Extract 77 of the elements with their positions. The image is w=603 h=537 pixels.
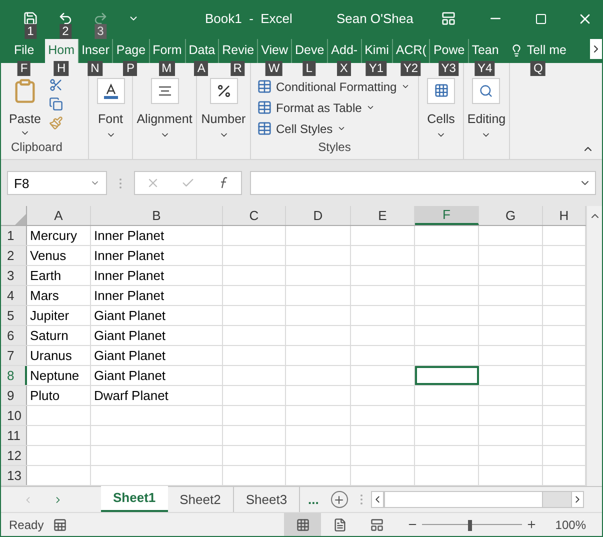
table-cell[interactable]: Earth <box>27 266 91 286</box>
row-header[interactable]: 1 <box>1 226 27 246</box>
row-header[interactable]: 10 <box>1 406 27 426</box>
keytip-badge: M <box>158 60 175 76</box>
table-cell[interactable]: Mercury <box>27 226 91 246</box>
user-name: Sean O'Shea <box>336 10 414 28</box>
table-cell[interactable]: Giant Planet <box>91 306 223 326</box>
table-cell[interactable]: Giant Planet <box>91 326 223 346</box>
keytip-badge: R <box>230 60 245 76</box>
styles-button[interactable]: Cell Styles <box>257 120 418 138</box>
row-header[interactable]: 6 <box>1 326 27 346</box>
keytip-badge: 3 <box>94 24 107 40</box>
table-cell[interactable]: Jupiter <box>27 306 91 326</box>
alignment-button[interactable]: Alignment <box>134 78 194 140</box>
ribbon-tab[interactable]: Hom <box>45 38 78 63</box>
group-label: Clipboard <box>10 139 64 156</box>
styles-button[interactable]: Format as Table <box>257 98 418 117</box>
window-title: Book1 - Excel <box>205 10 292 28</box>
editing-button[interactable]: Editing <box>465 78 508 140</box>
row-header[interactable]: 12 <box>1 446 27 466</box>
keytip-badge: F <box>17 60 31 76</box>
ribbon-tab[interactable]: File <box>11 38 38 63</box>
column-header[interactable]: C <box>223 206 286 226</box>
table-cell[interactable]: Inner Planet <box>91 246 223 266</box>
group-label: Styles <box>317 139 352 156</box>
keytip-badge: Y3 <box>438 60 459 76</box>
row-header[interactable]: 3 <box>1 266 27 286</box>
keytip-badge: N <box>88 60 102 76</box>
tell-me-button[interactable]: Tell me <box>510 38 566 63</box>
keytip-badge: Y4 <box>474 60 496 76</box>
table-cell[interactable]: Giant Planet <box>91 346 223 366</box>
row-header[interactable]: 11 <box>1 426 27 446</box>
zoom-percent[interactable]: 100% <box>555 516 586 534</box>
table-cell[interactable]: Neptune <box>27 366 91 386</box>
keytip-badge: 1 <box>24 24 37 40</box>
table-cell[interactable]: Mars <box>27 286 91 306</box>
number-button[interactable]: Number <box>199 78 248 140</box>
row-header[interactable]: 9 <box>1 386 27 406</box>
keytip-badge: Y2 <box>400 60 422 76</box>
row-header[interactable]: 4 <box>1 286 27 306</box>
sheet-tab[interactable]: Sheet1 <box>101 486 168 512</box>
more-sheets-button[interactable]: ... <box>300 487 327 512</box>
table-cell[interactable]: Saturn <box>27 326 91 346</box>
column-header[interactable]: D <box>286 206 351 226</box>
keytip-badge: 2 <box>59 24 72 40</box>
table-cell[interactable]: Uranus <box>27 346 91 366</box>
table-cell[interactable]: Venus <box>27 246 91 266</box>
table-cell[interactable]: Inner Planet <box>91 266 223 286</box>
cells-button[interactable]: Cells <box>425 78 457 140</box>
column-header[interactable]: B <box>91 206 223 226</box>
table-cell[interactable]: Inner Planet <box>91 286 223 306</box>
row-header[interactable]: 2 <box>1 246 27 266</box>
keytip-badge: X <box>336 60 351 76</box>
row-header[interactable]: 7 <box>1 346 27 366</box>
row-header[interactable]: 8 <box>1 366 27 386</box>
keytip-badge: H <box>54 60 69 76</box>
table-cell[interactable]: Pluto <box>27 386 91 406</box>
row-header[interactable]: 13 <box>1 466 27 486</box>
paste-button[interactable]: Paste <box>9 78 41 138</box>
keytip-badge: P <box>123 60 138 76</box>
keytip-badge: Y1 <box>366 60 387 76</box>
styles-button[interactable]: Conditional Formatting <box>257 78 418 96</box>
table-cell[interactable]: Dwarf Planet <box>91 386 223 406</box>
keytip-badge: L <box>302 60 316 76</box>
font-button[interactable]: Font <box>94 78 126 140</box>
keytip-badge: W <box>265 60 283 76</box>
column-header[interactable]: F <box>415 206 479 226</box>
name-box[interactable]: F8 <box>7 171 107 196</box>
keytip-badge: A <box>194 60 208 76</box>
table-cell[interactable]: Inner Planet <box>91 226 223 246</box>
table-cell[interactable]: Giant Planet <box>91 366 223 386</box>
row-header[interactable]: 5 <box>1 306 27 326</box>
keytip-badge: Q <box>530 60 546 76</box>
name-box-value: F8 <box>14 174 30 193</box>
column-header[interactable]: A <box>27 206 91 226</box>
status-text: Ready <box>8 516 45 534</box>
column-header[interactable]: G <box>479 206 543 226</box>
